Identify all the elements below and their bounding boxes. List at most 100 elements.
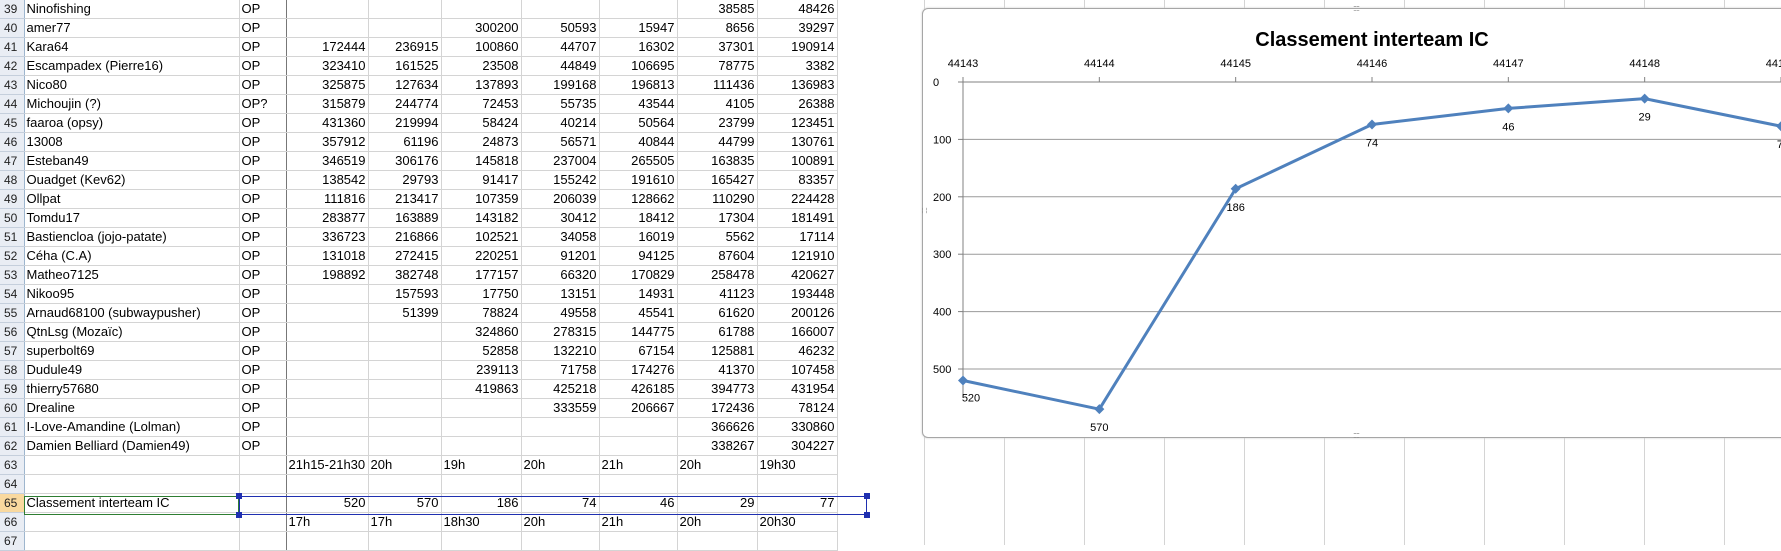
score-cell[interactable]: 61620 [677,303,758,323]
score-cell[interactable]: 17114 [757,227,838,247]
row-header[interactable]: 67 [0,531,25,551]
score-cell[interactable]: 18412 [599,208,678,228]
score-cell[interactable]: 206039 [521,189,600,209]
score-cell[interactable]: 14931 [599,284,678,304]
status-cell[interactable]: OP [239,360,287,380]
score-cell[interactable]: 181491 [757,208,838,228]
score-cell[interactable] [286,0,369,19]
score-cell[interactable]: 236915 [368,37,442,57]
score-cell[interactable]: 132210 [521,341,600,361]
score-cell[interactable]: 94125 [599,246,678,266]
row-header[interactable]: 50 [0,208,25,228]
score-cell[interactable]: 48426 [757,0,838,19]
ranking-value-cell[interactable]: 74 [521,493,600,513]
empty-cell[interactable] [599,474,678,494]
score-cell[interactable]: 56571 [521,132,600,152]
score-cell[interactable]: 198892 [286,265,369,285]
score-cell[interactable]: 23508 [441,56,522,76]
score-cell[interactable]: 72453 [441,94,522,114]
empty-cell[interactable] [599,531,678,551]
row-header[interactable]: 46 [0,132,25,152]
status-cell[interactable]: OP [239,151,287,171]
score-cell[interactable]: 323410 [286,56,369,76]
score-cell[interactable]: 244774 [368,94,442,114]
player-name-cell[interactable]: Ninofishing [24,0,240,19]
score-cell[interactable]: 121910 [757,246,838,266]
score-cell[interactable]: 34058 [521,227,600,247]
score-cell[interactable]: 172444 [286,37,369,57]
score-cell[interactable]: 161525 [368,56,442,76]
score-cell[interactable] [368,379,442,399]
player-name-cell[interactable]: Michoujin (?) [24,94,240,114]
score-cell[interactable] [441,398,522,418]
player-name-cell[interactable]: Tomdu17 [24,208,240,228]
status-cell[interactable]: OP [239,322,287,342]
score-cell[interactable]: 357912 [286,132,369,152]
player-name-cell[interactable]: Céha (C.A) [24,246,240,266]
score-cell[interactable]: 43544 [599,94,678,114]
score-cell[interactable]: 17750 [441,284,522,304]
score-cell[interactable]: 306176 [368,151,442,171]
score-cell[interactable]: 220251 [441,246,522,266]
empty-cell[interactable] [368,474,442,494]
time-cell[interactable]: 19h30 [757,455,838,475]
score-cell[interactable]: 144775 [599,322,678,342]
score-cell[interactable]: 136983 [757,75,838,95]
empty-cell[interactable] [521,531,600,551]
score-cell[interactable]: 165427 [677,170,758,190]
score-cell[interactable]: 419863 [441,379,522,399]
score-cell[interactable] [368,398,442,418]
ranking-value-cell[interactable]: 520 [286,493,369,513]
score-cell[interactable]: 300200 [441,18,522,38]
chart-resize-handle-bottom[interactable]: :::: [1353,430,1360,440]
score-cell[interactable]: 3382 [757,56,838,76]
score-cell[interactable]: 23799 [677,113,758,133]
score-cell[interactable]: 13151 [521,284,600,304]
player-name-cell[interactable]: amer77 [24,18,240,38]
score-cell[interactable]: 44707 [521,37,600,57]
status-cell[interactable]: OP [239,436,287,456]
score-cell[interactable]: 91201 [521,246,600,266]
status-cell[interactable]: OP [239,379,287,399]
score-cell[interactable]: 330860 [757,417,838,437]
score-cell[interactable]: 52858 [441,341,522,361]
score-cell[interactable]: 46232 [757,341,838,361]
score-cell[interactable]: 206667 [599,398,678,418]
score-cell[interactable] [286,303,369,323]
score-cell[interactable]: 8656 [677,18,758,38]
row-header[interactable]: 65 [0,493,25,513]
score-cell[interactable]: 193448 [757,284,838,304]
ranking-value-cell[interactable]: 570 [368,493,442,513]
time-cell[interactable]: 17h [368,512,442,532]
empty-cell[interactable] [521,474,600,494]
row-header[interactable]: 59 [0,379,25,399]
player-name-cell[interactable]: 13008 [24,132,240,152]
score-cell[interactable] [286,398,369,418]
row-header[interactable]: 66 [0,512,25,532]
score-cell[interactable]: 258478 [677,265,758,285]
row-header[interactable]: 52 [0,246,25,266]
score-cell[interactable]: 4105 [677,94,758,114]
time-cell[interactable]: 18h30 [441,512,522,532]
score-cell[interactable]: 41123 [677,284,758,304]
player-name-cell[interactable]: Damien Belliard (Damien49) [24,436,240,456]
score-cell[interactable]: 102521 [441,227,522,247]
score-cell[interactable] [368,322,442,342]
status-cell[interactable]: OP [239,37,287,57]
status-cell[interactable]: OP [239,170,287,190]
score-cell[interactable]: 366626 [677,417,758,437]
empty-cell[interactable] [24,531,240,551]
time-cell[interactable]: 20h30 [757,512,838,532]
score-cell[interactable]: 219994 [368,113,442,133]
score-cell[interactable]: 107458 [757,360,838,380]
score-cell[interactable]: 177157 [441,265,522,285]
score-cell[interactable] [441,417,522,437]
status-cell[interactable]: OP [239,417,287,437]
row-header[interactable]: 49 [0,189,25,209]
score-cell[interactable]: 137893 [441,75,522,95]
score-cell[interactable] [368,341,442,361]
status-cell[interactable]: OP [239,303,287,323]
score-cell[interactable]: 67154 [599,341,678,361]
range-handle[interactable] [236,512,242,518]
player-name-cell[interactable]: I-Love-Amandine (Lolman) [24,417,240,437]
